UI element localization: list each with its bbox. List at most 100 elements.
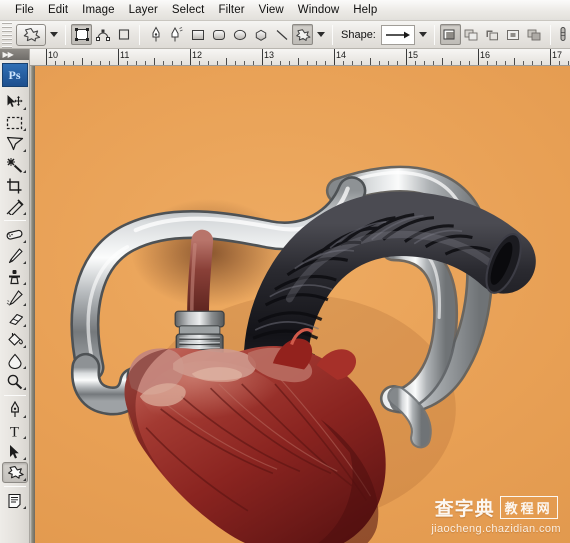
eraser-tool-flyout-triangle[interactable]	[22, 324, 26, 327]
move-tool[interactable]	[2, 91, 28, 112]
add-to-shape-area-button[interactable]	[439, 24, 461, 45]
magic-wand-flyout-triangle[interactable]	[22, 170, 26, 173]
blur-tool[interactable]	[2, 350, 28, 371]
dodge-tool[interactable]	[2, 371, 28, 392]
magic-wand-tool[interactable]	[2, 154, 28, 175]
menu-item-file[interactable]: File	[8, 2, 41, 19]
polygon-tool-button[interactable]	[250, 24, 271, 45]
brush-tool-flyout-triangle[interactable]	[22, 261, 26, 264]
menu-item-help[interactable]: Help	[346, 2, 384, 19]
clone-stamp-flyout-triangle[interactable]	[22, 282, 26, 285]
intersect-shape-areas-button[interactable]	[482, 24, 503, 45]
watermark: 查字典 教程网 jiaocheng.chazidian.com	[431, 494, 561, 535]
image-canvas[interactable]: 查字典 教程网 jiaocheng.chazidian.com	[35, 66, 570, 543]
move-tool-flyout-triangle[interactable]	[22, 107, 26, 110]
crop-tool-icon	[7, 178, 22, 193]
ruler-major-tick	[262, 49, 263, 65]
ruler-minor-tick	[532, 61, 533, 65]
custom-shape-tool[interactable]	[1, 462, 28, 483]
slice-tool-flyout-triangle[interactable]	[22, 212, 26, 215]
ruler-half-tick	[514, 58, 515, 65]
tool-preset-picker[interactable]	[16, 23, 46, 46]
marquee-tool-flyout-triangle[interactable]	[22, 128, 26, 131]
move-tool-icon	[7, 95, 23, 107]
path-selection-tool[interactable]	[2, 441, 28, 462]
notes-tool[interactable]	[2, 490, 28, 511]
magic-wand-icon	[7, 157, 23, 173]
ruler-minor-tick	[541, 61, 542, 65]
line-tool-button[interactable]	[271, 24, 292, 45]
menu-item-edit[interactable]: Edit	[41, 2, 75, 19]
lasso-tool-flyout-triangle[interactable]	[22, 149, 26, 152]
ruler-minor-tick	[172, 61, 173, 65]
gradient-tool-flyout-triangle[interactable]	[22, 345, 26, 348]
pen-tool[interactable]	[2, 399, 28, 420]
custom-shape-tool-button[interactable]	[292, 24, 313, 45]
healing-brush-tool[interactable]	[2, 224, 28, 245]
ruler-minor-tick	[361, 61, 362, 65]
history-brush-flyout-triangle[interactable]	[22, 303, 26, 306]
rounded-rectangle-tool-button[interactable]	[208, 24, 229, 45]
history-brush-tool[interactable]	[2, 287, 28, 308]
rectangle-tool-button[interactable]	[187, 24, 208, 45]
menu-item-window[interactable]: Window	[291, 2, 347, 19]
fill-pixels-icon	[118, 29, 129, 40]
lasso-tool[interactable]	[2, 133, 28, 154]
ellipse-tool-button[interactable]	[229, 24, 250, 45]
tool-preset-chevron-down-icon[interactable]	[50, 32, 58, 37]
eraser-tool-icon	[8, 313, 23, 325]
ruler-minor-tick	[568, 61, 569, 65]
menu-item-layer[interactable]: Layer	[122, 2, 165, 19]
shape-preview-swatch[interactable]	[380, 24, 415, 45]
blur-tool-flyout-triangle[interactable]	[22, 366, 26, 369]
subtract-from-shape-area-button[interactable]	[461, 24, 482, 45]
clone-stamp-tool[interactable]	[2, 266, 28, 287]
exclude-overlapping-areas-button[interactable]	[503, 24, 524, 45]
horizontal-ruler[interactable]: 10 11 12 13 14 15 16 17	[30, 49, 570, 66]
dodge-tool-flyout-triangle[interactable]	[22, 387, 26, 390]
brush-tool[interactable]	[2, 245, 28, 266]
gradient-tool[interactable]	[2, 329, 28, 350]
slice-tool[interactable]	[2, 196, 28, 217]
ruler-minor-tick	[388, 61, 389, 65]
shape-layers-icon	[74, 28, 89, 41]
type-tool-flyout-triangle[interactable]	[22, 436, 26, 439]
layer-style-button[interactable]	[556, 25, 570, 45]
notes-tool-flyout-triangle[interactable]	[22, 506, 26, 509]
ruler-label: 11	[120, 50, 130, 60]
path-selection-flyout-triangle[interactable]	[22, 457, 26, 460]
menu-item-select[interactable]: Select	[165, 2, 212, 19]
ruler-minor-tick	[316, 61, 317, 65]
crop-tool[interactable]	[2, 175, 28, 196]
menu-item-view[interactable]: View	[252, 2, 291, 19]
pen-tool-button[interactable]	[145, 24, 166, 45]
eraser-tool[interactable]	[2, 308, 28, 329]
shape-picker-chevron-down-icon[interactable]	[418, 32, 427, 37]
options-separator-5	[549, 24, 551, 45]
paths-button[interactable]	[92, 24, 113, 45]
options-bar-grip[interactable]	[2, 21, 12, 48]
ruler-minor-tick	[91, 61, 92, 65]
ruler-minor-tick	[244, 61, 245, 65]
custom-shape-icon	[7, 466, 24, 479]
ruler-major-tick	[334, 49, 335, 65]
rounded-rectangle-icon	[212, 29, 225, 40]
healing-brush-flyout-triangle[interactable]	[22, 240, 26, 243]
rectangular-marquee-tool[interactable]	[2, 112, 28, 133]
combine-shape-button[interactable]	[524, 24, 545, 45]
ruler-minor-tick	[523, 61, 524, 65]
freeform-pen-tool-button[interactable]	[166, 24, 187, 45]
custom-shape-flyout-triangle[interactable]	[22, 478, 26, 481]
toolbox-divider-1	[3, 220, 26, 221]
toolbox-collapse-handle[interactable]: ▶▶	[0, 49, 29, 60]
shape-tool-chevron-down-icon[interactable]	[317, 32, 325, 37]
watermark-logo-row: 查字典 教程网	[431, 494, 561, 521]
horizontal-type-tool[interactable]: T	[2, 420, 28, 441]
shape-layers-button[interactable]	[71, 24, 92, 45]
ruler-minor-tick	[208, 61, 209, 65]
menu-item-image[interactable]: Image	[75, 2, 121, 19]
ruler-minor-tick	[307, 61, 308, 65]
pen-tool-flyout-triangle[interactable]	[22, 415, 26, 418]
fill-pixels-button[interactable]	[113, 24, 134, 45]
menu-item-filter[interactable]: Filter	[211, 2, 251, 19]
